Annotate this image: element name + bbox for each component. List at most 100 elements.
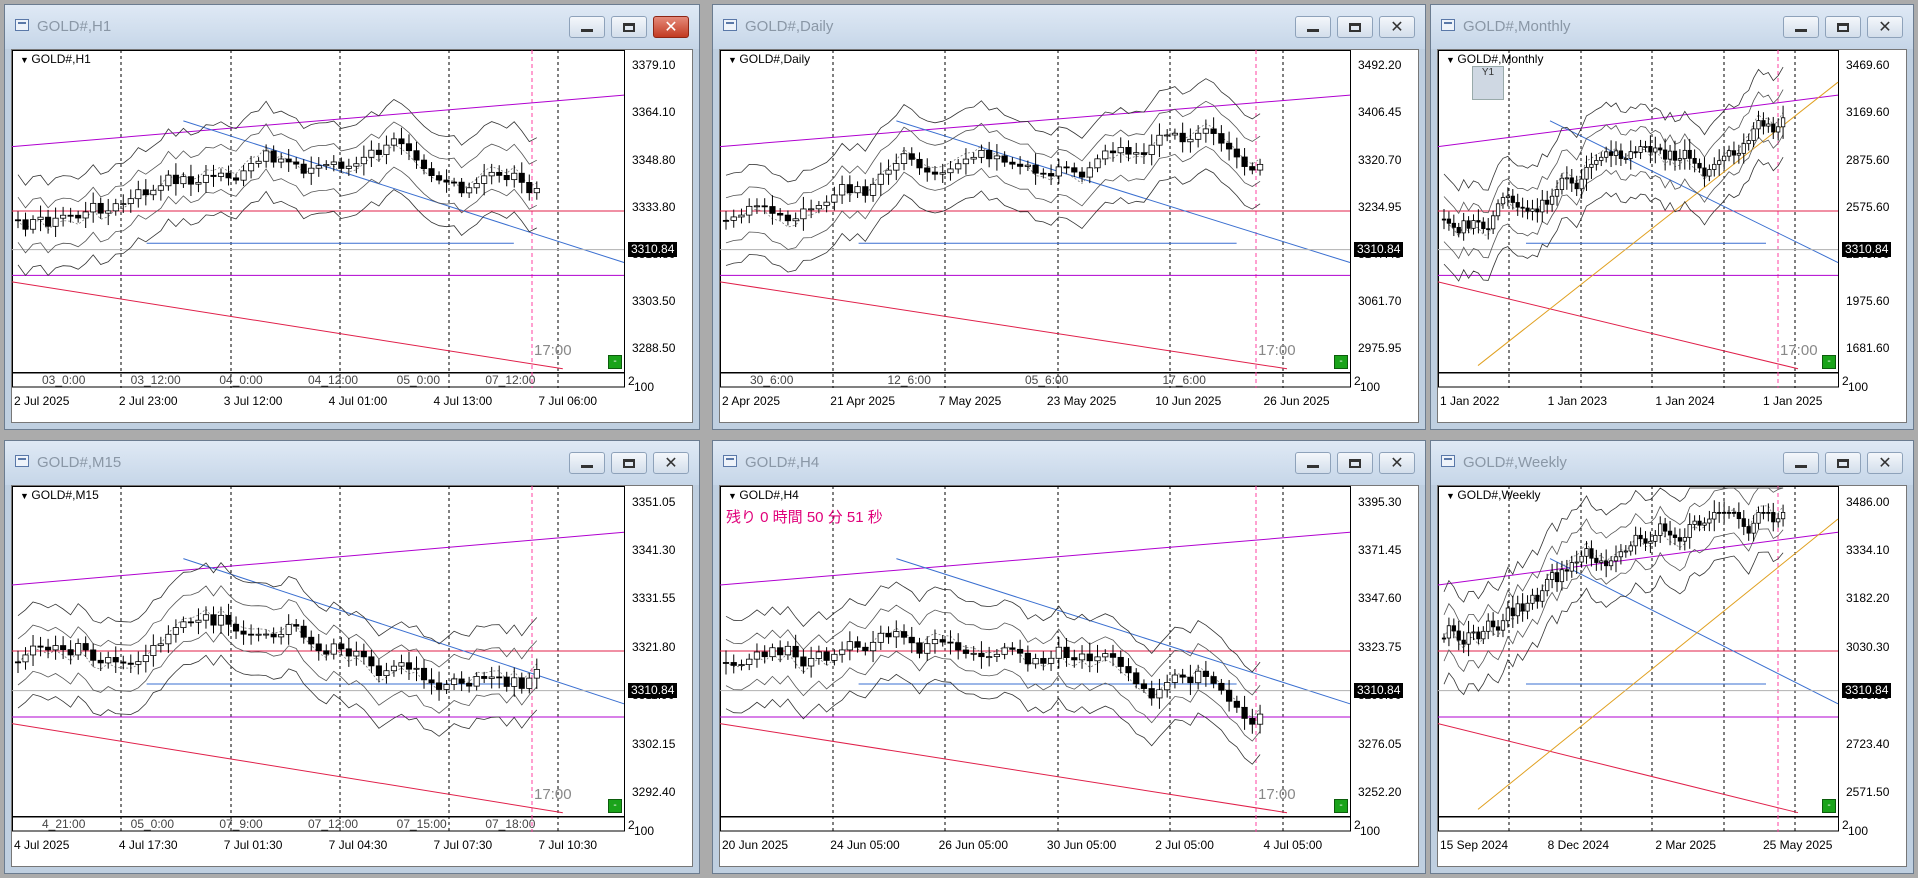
minimize-button[interactable] — [569, 452, 605, 474]
minimize-button[interactable] — [1295, 16, 1331, 38]
candle-body — [1017, 163, 1024, 167]
symbol-label: GOLD#,H1 — [20, 52, 90, 66]
maximize-button[interactable] — [1337, 452, 1373, 474]
chart-canvas[interactable] — [720, 486, 1422, 870]
candle-body — [1717, 511, 1722, 514]
indicator-toggle-button[interactable]: - — [1822, 355, 1836, 369]
candle-body — [1171, 132, 1179, 136]
chart-area[interactable]: GOLD#,Weekly 3486.00 3334.10 3182.20 3030.30… — [1437, 485, 1907, 867]
candle-body — [217, 172, 225, 177]
chart-canvas[interactable] — [1438, 486, 1910, 870]
candle-body — [187, 176, 194, 185]
chart-window-daily[interactable]: GOLD#,Daily ✕ GOLD#,Daily 3492.20 3406.45 3… — [712, 4, 1426, 430]
candle-body — [1692, 157, 1697, 164]
candle-body — [225, 172, 232, 179]
close-button[interactable]: ✕ — [653, 452, 689, 474]
candle-body — [1133, 672, 1140, 685]
candle-body — [955, 163, 962, 170]
chart-window-h1[interactable]: GOLD#,H1 ✕ GOLD#,H1 3379.10 3364.10 3348.80… — [4, 4, 700, 430]
minimize-button[interactable] — [569, 16, 605, 38]
chart-canvas[interactable] — [12, 50, 696, 426]
candle-body — [1495, 626, 1501, 631]
maximize-button[interactable] — [611, 452, 647, 474]
maximize-button[interactable] — [1825, 16, 1861, 38]
candle-body — [1608, 151, 1614, 156]
candle-body — [939, 639, 946, 643]
candle-body — [1623, 550, 1628, 553]
chart-window-m15[interactable]: GOLD#,M15 ✕ GOLD#,M15 3351.05 3341.30 3331.… — [4, 440, 700, 874]
candle-body — [1579, 555, 1584, 563]
candle-body — [413, 150, 420, 161]
candle-body — [1071, 167, 1078, 173]
maximize-button[interactable] — [1337, 16, 1373, 38]
title-bar[interactable]: GOLD#,Daily ✕ — [713, 5, 1425, 49]
candle-body — [488, 171, 495, 177]
time-label: 17:00 — [1258, 786, 1296, 803]
candle-body — [135, 189, 142, 200]
candle-body — [37, 645, 44, 648]
indicator-toggle-button[interactable]: - — [1334, 355, 1348, 369]
candle-body — [323, 650, 330, 655]
maximize-button[interactable] — [611, 16, 647, 38]
indicator-toggle-button[interactable]: - — [1822, 799, 1836, 813]
chart-window-h4[interactable]: GOLD#,H4 ✕ GOLD#,H4 残り 0 時間 50 分 51 秒 3395… — [712, 440, 1426, 874]
candle-body — [931, 171, 939, 175]
minimize-button[interactable] — [1783, 452, 1819, 474]
close-button[interactable]: ✕ — [1379, 16, 1415, 38]
candle-body — [1515, 202, 1520, 208]
separator-label: 03_0:00 — [42, 373, 86, 387]
minimize-button[interactable] — [1783, 16, 1819, 38]
candle-body — [165, 174, 172, 187]
candle-body — [293, 161, 300, 165]
candle-body — [962, 158, 970, 165]
title-bar[interactable]: GOLD#,Monthly ✕ — [1431, 5, 1913, 49]
candle-body — [1249, 717, 1256, 725]
candle-body — [1707, 169, 1712, 177]
indicator-toggle-button[interactable]: - — [608, 799, 622, 813]
candle-body — [345, 165, 352, 169]
chart-area[interactable]: GOLD#,M15 3351.05 3341.30 3331.55 3321.80 331… — [11, 485, 693, 867]
candle-body — [1761, 120, 1766, 127]
indicator-toggle-button[interactable]: - — [1334, 799, 1348, 813]
candle-body — [1618, 150, 1624, 159]
chart-area[interactable]: GOLD#,H13379.103364.103348.803333.803318… — [11, 49, 693, 423]
maximize-button[interactable] — [1825, 452, 1861, 474]
separator-label: 05_6:00 — [1025, 373, 1069, 387]
title-bar[interactable]: GOLD#,H4 ✕ — [713, 441, 1425, 485]
close-button[interactable]: ✕ — [1379, 452, 1415, 474]
chart-area[interactable]: GOLD#,MonthlyY1 3469.60 3169.60 2875.60 2575… — [1437, 49, 1907, 423]
window-title: GOLD#,Daily — [745, 18, 834, 35]
candle-body — [769, 206, 776, 214]
candle-body — [1040, 658, 1047, 664]
chart-canvas[interactable] — [720, 50, 1422, 426]
candle-body — [1564, 177, 1569, 180]
close-button[interactable]: ✕ — [1867, 452, 1903, 474]
candle-body — [165, 633, 172, 645]
close-button[interactable]: ✕ — [1867, 16, 1903, 38]
chart-area[interactable]: GOLD#,H4 残り 0 時間 50 分 51 秒 3395.30 3371.45 3… — [719, 485, 1419, 867]
minimize-button[interactable] — [1295, 452, 1331, 474]
time-axis-label: 1 Jan 2023 — [1547, 394, 1608, 408]
candle-body — [60, 214, 67, 219]
chart-canvas[interactable] — [12, 486, 696, 870]
candle-body — [1545, 199, 1550, 205]
title-bar[interactable]: GOLD#,H1 ✕ — [5, 5, 699, 49]
candle-body — [1525, 602, 1530, 612]
candle-body — [1461, 639, 1466, 645]
period-selector[interactable]: Y1 — [1472, 66, 1504, 100]
indicator-toggle-button[interactable]: - — [608, 355, 622, 369]
chart-window-monthly[interactable]: GOLD#,Monthly ✕ GOLD#,MonthlyY13469.6031… — [1430, 4, 1914, 430]
chart-area[interactable]: GOLD#,Daily 3492.20 3406.45 3320.70 3234.95 3… — [719, 49, 1419, 423]
candle-body — [1500, 620, 1506, 631]
candle-body — [1633, 151, 1638, 154]
candle-body — [1643, 538, 1648, 544]
title-bar[interactable]: GOLD#,M15 ✕ — [5, 441, 699, 485]
candle-body — [753, 651, 761, 660]
candle-body — [831, 653, 838, 661]
title-bar[interactable]: GOLD#,Weekly ✕ — [1431, 441, 1913, 485]
chart-window-weekly[interactable]: GOLD#,Weekly ✕ GOLD#,Weekly 3486.00 3334.1… — [1430, 440, 1914, 874]
chart-canvas[interactable] — [1438, 50, 1910, 426]
candle-body — [436, 682, 443, 690]
candle-body — [1667, 150, 1673, 160]
close-button[interactable]: ✕ — [653, 16, 689, 38]
